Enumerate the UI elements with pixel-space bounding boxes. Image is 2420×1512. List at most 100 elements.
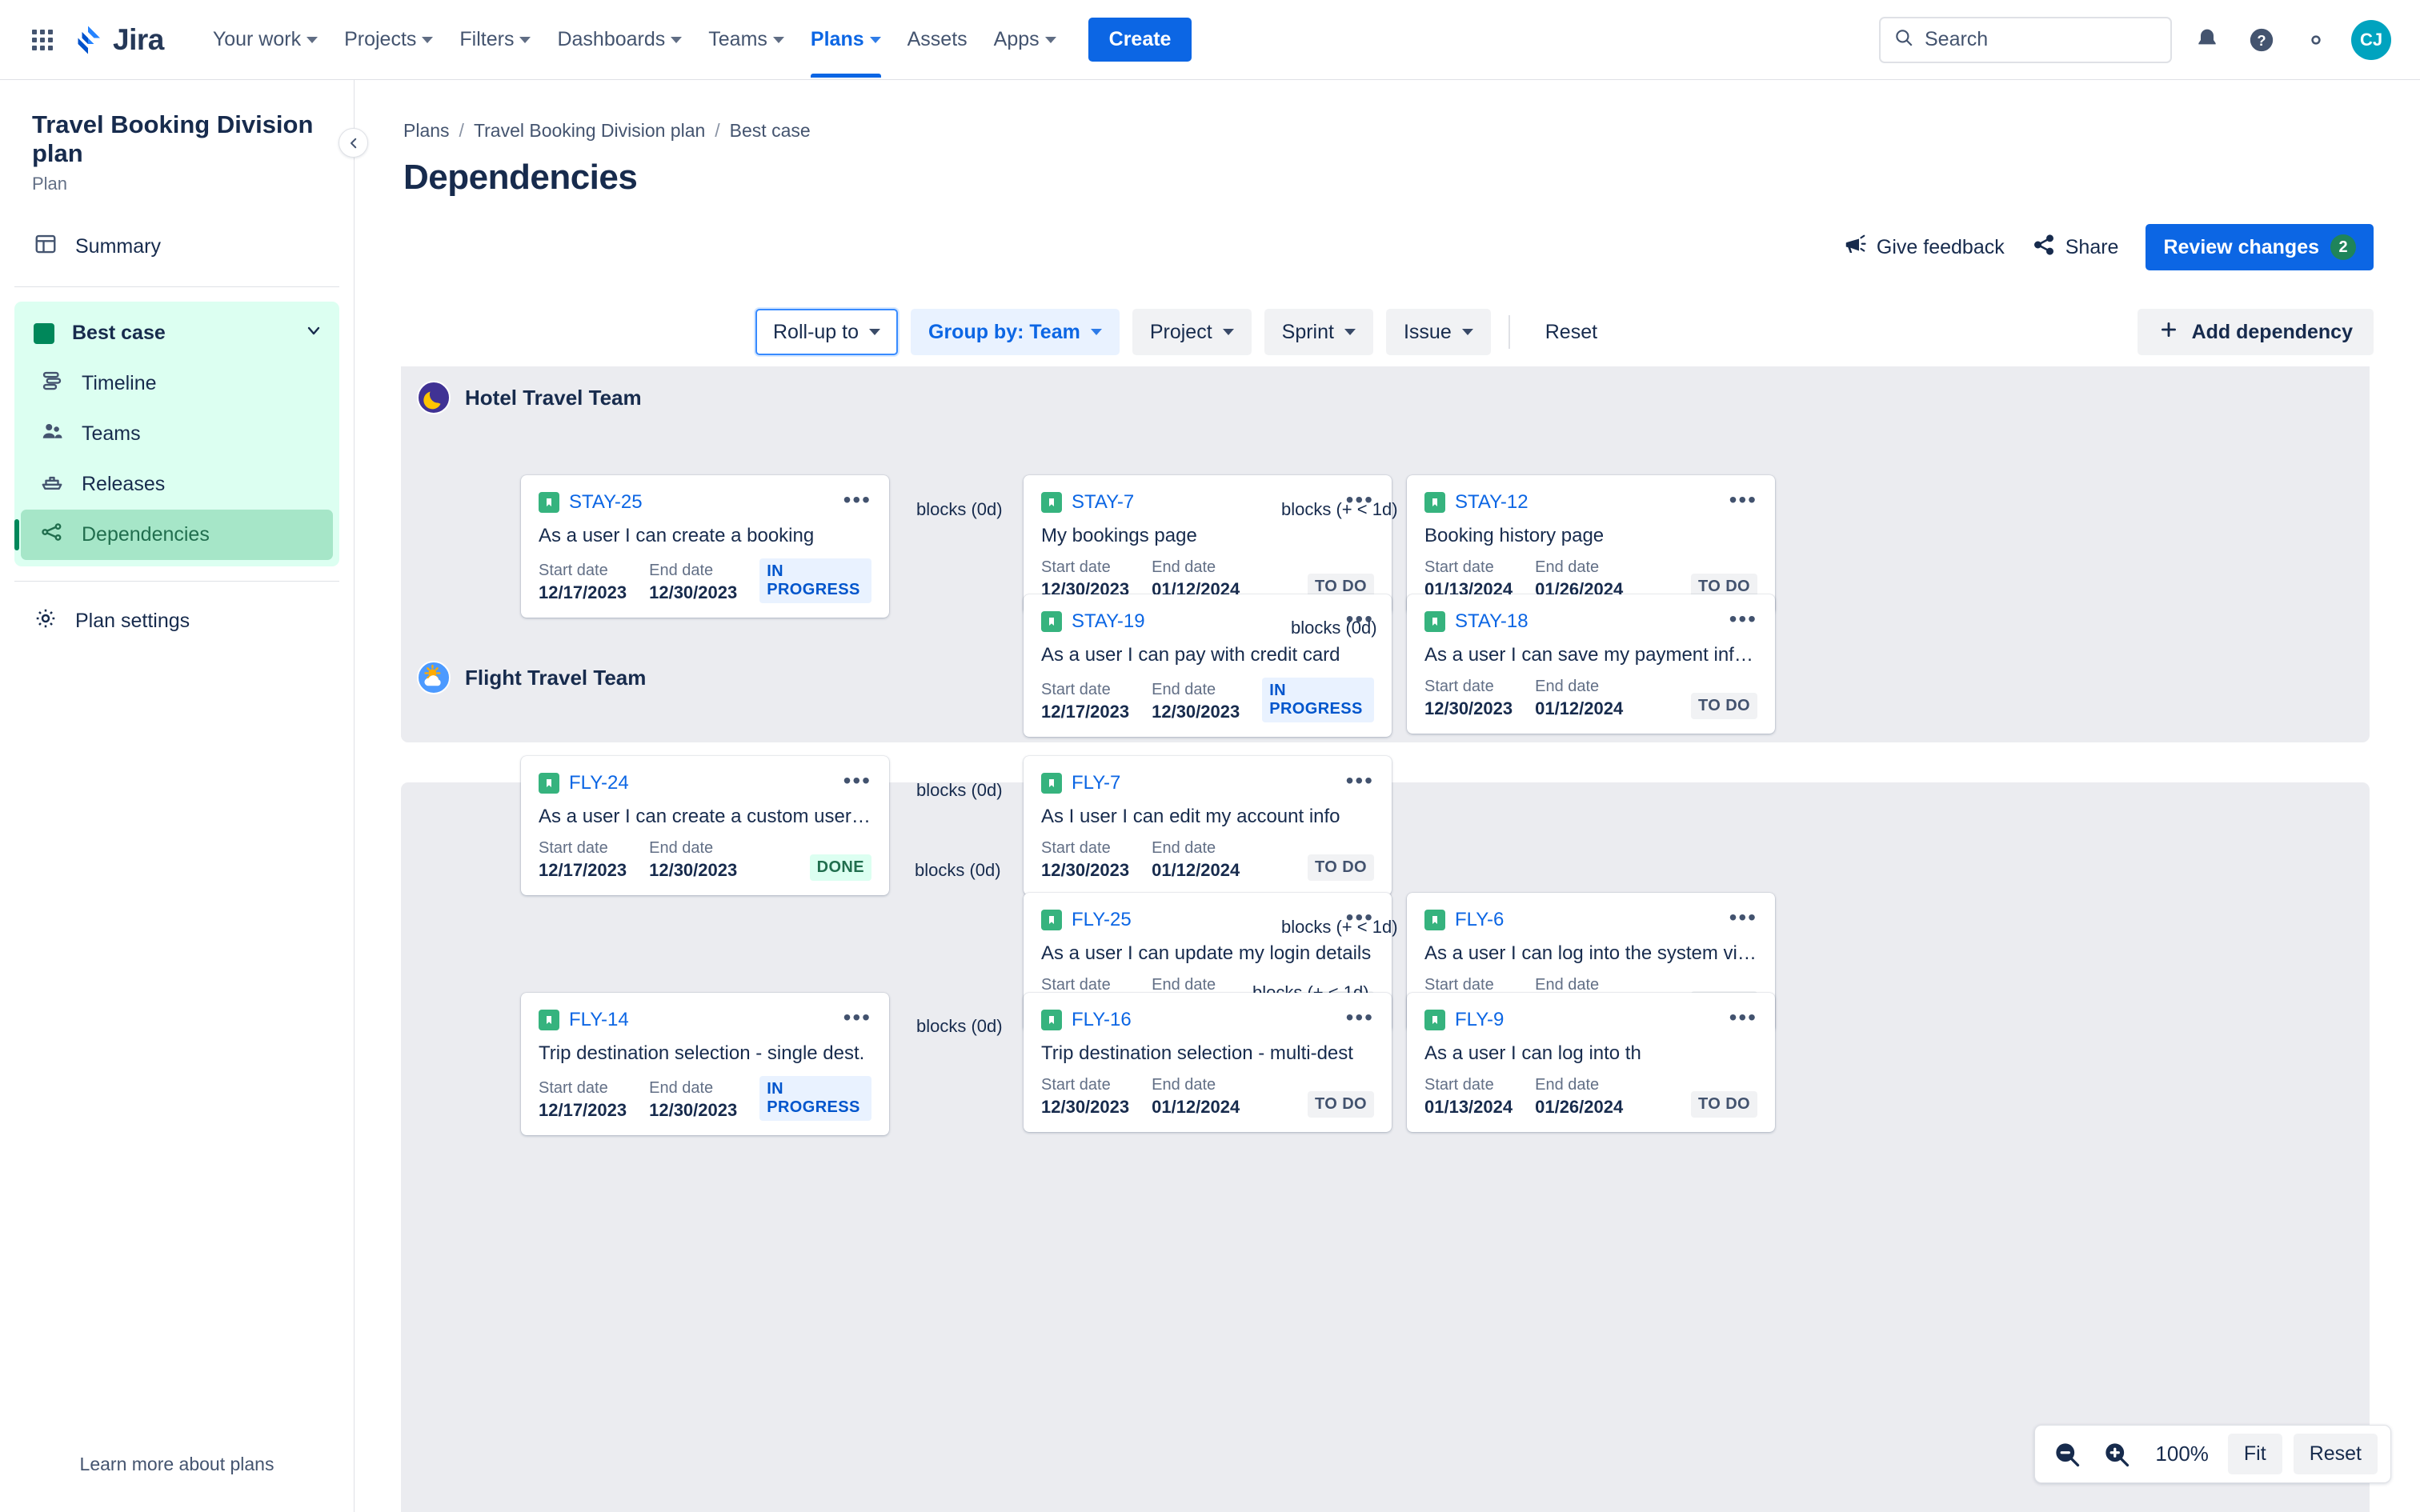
breadcrumb-plans[interactable]: Plans [403, 120, 450, 142]
reset-filters-button[interactable]: Reset [1528, 309, 1615, 355]
nav-item-plans[interactable]: Plans [799, 19, 893, 78]
sidebar-item-summary[interactable]: Summary [14, 222, 339, 272]
end-date-value: 01/26/2024 [1535, 1097, 1624, 1117]
issue-card[interactable]: STAY-12 ••• Booking history page Start d… [1407, 475, 1775, 614]
issue-card[interactable]: FLY-9 ••• As a user I can log into th St… [1407, 993, 1775, 1132]
nav-item-filters[interactable]: Filters [447, 19, 543, 60]
issue-card[interactable]: FLY-24 ••• As a user I can create a cust… [521, 756, 889, 895]
nav-item-apps[interactable]: Apps [982, 19, 1068, 60]
issue-key[interactable]: FLY-9 [1455, 1009, 1504, 1031]
create-button[interactable]: Create [1088, 18, 1192, 62]
help-icon[interactable]: ? [2242, 21, 2281, 59]
issue-card[interactable]: STAY-18 ••• As a user I can save my paym… [1407, 594, 1775, 734]
zoom-controls: 100% Fit Reset [2034, 1425, 2391, 1483]
zoom-in-icon[interactable] [2097, 1435, 2136, 1474]
start-date-label: Start date [1041, 839, 1111, 857]
apps-grid-icon[interactable] [29, 26, 56, 54]
card-more-menu-icon[interactable]: ••• [1729, 906, 1757, 929]
card-more-menu-icon[interactable]: ••• [1729, 608, 1757, 630]
start-date-value: 12/17/2023 [539, 860, 627, 880]
sidebar-item-releases[interactable]: Releases [21, 459, 333, 510]
sidebar-item-dependencies[interactable]: Dependencies [14, 510, 333, 561]
add-dependency-button[interactable]: Add dependency [2137, 309, 2374, 355]
card-more-menu-icon[interactable]: ••• [843, 1006, 871, 1029]
issue-key[interactable]: FLY-14 [569, 1009, 629, 1031]
issue-key[interactable]: FLY-24 [569, 772, 629, 794]
dependency-canvas[interactable]: Hotel Travel Team STAY-25 ••• As a user … [355, 366, 2420, 1512]
issue-key[interactable]: FLY-6 [1455, 909, 1504, 931]
zoom-out-icon[interactable] [2048, 1435, 2086, 1474]
nav-label: Plans [810, 28, 864, 50]
card-more-menu-icon[interactable]: ••• [1346, 1006, 1374, 1029]
search-input[interactable]: Search [1879, 16, 2172, 63]
issue-key[interactable]: FLY-7 [1072, 772, 1120, 794]
settings-gear-icon[interactable] [2297, 21, 2335, 59]
learn-more-about-plans-link[interactable]: Learn more about plans [0, 1454, 354, 1475]
issue-card[interactable]: STAY-19 ••• As a user I can pay with cre… [1024, 594, 1392, 737]
sprint-label: Sprint [1281, 320, 1334, 343]
issue-key[interactable]: STAY-7 [1072, 491, 1134, 514]
issue-key[interactable]: STAY-18 [1455, 610, 1529, 633]
sidebar-item-plan-settings[interactable]: Plan settings [14, 596, 339, 646]
sidebar-collapse-button[interactable] [339, 128, 368, 158]
issue-card[interactable]: STAY-7 ••• My bookings page Start date 1… [1024, 475, 1392, 614]
sidebar-item-label: Plan settings [75, 610, 190, 633]
nav-item-teams[interactable]: Teams [696, 19, 796, 60]
sidebar-item-timeline[interactable]: Timeline [21, 358, 333, 409]
breadcrumb-plan-name[interactable]: Travel Booking Division plan [474, 120, 705, 142]
end-date-field: End date 01/12/2024 [1152, 1076, 1240, 1118]
nav-label: Apps [993, 28, 1040, 50]
review-changes-label: Review changes [2163, 235, 2319, 258]
issue-key[interactable]: FLY-25 [1072, 909, 1132, 931]
start-date-value: 12/30/2023 [1424, 698, 1513, 718]
sidebar-item-label: Teams [82, 422, 141, 446]
zoom-reset-button[interactable]: Reset [2293, 1434, 2378, 1474]
nav-item-your-work[interactable]: Your work [201, 19, 330, 60]
issue-key[interactable]: STAY-12 [1455, 491, 1529, 514]
sprint-filter[interactable]: Sprint [1264, 309, 1373, 355]
give-feedback-button[interactable]: Give feedback [1843, 233, 2005, 262]
card-more-menu-icon[interactable]: ••• [1346, 770, 1374, 792]
issue-card[interactable]: STAY-25 ••• As a user I can create a boo… [521, 475, 889, 618]
end-date-label: End date [649, 562, 714, 579]
review-changes-button[interactable]: Review changes 2 [2146, 224, 2374, 270]
user-avatar[interactable]: CJ [2351, 19, 2391, 60]
scenario-best-case[interactable]: Best case [14, 308, 339, 358]
chevron-down-icon[interactable] [304, 321, 323, 346]
issue-key[interactable]: STAY-25 [569, 491, 643, 514]
search-icon [1893, 27, 1914, 52]
project-filter[interactable]: Project [1132, 309, 1252, 355]
rollup-to-filter[interactable]: Roll-up to [755, 309, 898, 355]
chevron-down-icon [1044, 36, 1056, 43]
card-more-menu-icon[interactable]: ••• [1729, 489, 1757, 511]
share-icon [2032, 233, 2056, 262]
zoom-fit-button[interactable]: Fit [2227, 1434, 2282, 1474]
card-more-menu-icon[interactable]: ••• [843, 489, 871, 511]
chevron-down-icon [519, 36, 531, 43]
notifications-bell-icon[interactable] [2188, 21, 2226, 59]
sidebar-item-label: Releases [82, 473, 166, 496]
issue-key[interactable]: FLY-16 [1072, 1009, 1132, 1031]
end-date-label: End date [1152, 976, 1216, 994]
issue-card[interactable]: FLY-7 ••• As I user I can edit my accoun… [1024, 756, 1392, 895]
status-badge: DONE [809, 854, 871, 881]
nav-item-assets[interactable]: Assets [895, 19, 980, 60]
breadcrumb-scenario[interactable]: Best case [730, 120, 811, 142]
issue-key[interactable]: STAY-19 [1072, 610, 1145, 633]
issue-card[interactable]: FLY-16 ••• Trip destination selection - … [1024, 993, 1392, 1132]
group-by-filter[interactable]: Group by: Team [911, 309, 1120, 355]
issue-filter[interactable]: Issue [1385, 309, 1491, 355]
card-more-menu-icon[interactable]: ••• [1729, 1006, 1757, 1029]
share-button[interactable]: Share [2032, 233, 2118, 262]
jira-logo[interactable]: Jira [72, 23, 164, 57]
sun-cloud-avatar-icon [417, 661, 451, 694]
start-date-value: 12/17/2023 [539, 582, 627, 602]
end-date-label: End date [1152, 839, 1216, 857]
card-more-menu-icon[interactable]: ••• [843, 770, 871, 792]
issue-card[interactable]: FLY-14 ••• Trip destination selection - … [521, 993, 889, 1135]
issue-summary: As a user I can log into the system via … [1424, 942, 1757, 964]
nav-item-dashboards[interactable]: Dashboards [545, 19, 694, 60]
start-date-label: Start date [539, 562, 608, 579]
nav-item-projects[interactable]: Projects [332, 19, 445, 60]
sidebar-item-teams[interactable]: Teams [21, 409, 333, 459]
